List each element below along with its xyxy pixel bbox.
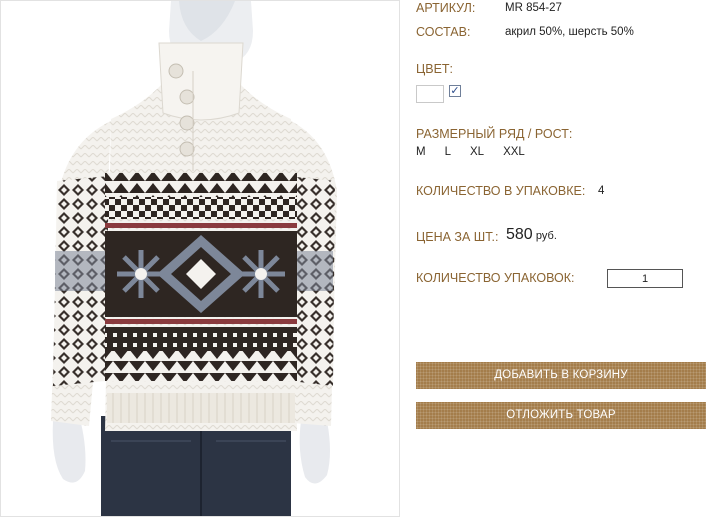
sweater-illustration — [51, 1, 337, 516]
size-item: XXL — [503, 146, 525, 158]
price-currency: руб. — [535, 230, 557, 242]
packs-count-label: КОЛИЧЕСТВО УПАКОВОК: — [416, 271, 575, 285]
product-info-panel: АРТИКУЛ: MR 854-27 СОСТАВ: акрил 50%, ше… — [416, 0, 708, 519]
size-list: M L XL XXL — [416, 146, 544, 158]
article-value: MR 854-27 — [505, 2, 562, 14]
add-to-cart-button[interactable]: ДОБАВИТЬ В КОРЗИНУ — [416, 362, 706, 389]
price-label: ЦЕНА ЗА ШТ.: — [416, 230, 499, 244]
color-label: ЦВЕТ: — [416, 62, 454, 76]
article-label: АРТИКУЛ: — [416, 1, 476, 15]
product-photo[interactable] — [0, 0, 400, 517]
composition-value: акрил 50%, шерсть 50% — [505, 26, 634, 38]
check-icon: ✓ — [450, 85, 460, 97]
pack-quantity-value: 4 — [598, 185, 605, 197]
size-item: M — [416, 146, 426, 158]
save-for-later-button[interactable]: ОТЛОЖИТЬ ТОВАР — [416, 402, 706, 429]
color-checkbox[interactable]: ✓ — [449, 85, 461, 97]
size-item: L — [444, 146, 451, 158]
size-label: РАЗМЕРНЫЙ РЯД / РОСТ: — [416, 127, 573, 141]
color-swatch-white[interactable] — [416, 85, 444, 103]
pack-quantity-label: КОЛИЧЕСТВО В УПАКОВКЕ: — [416, 184, 586, 198]
price: 580 руб. — [506, 226, 557, 244]
composition-label: СОСТАВ: — [416, 25, 471, 39]
price-value: 580 — [506, 226, 533, 243]
packs-count-input[interactable] — [607, 269, 683, 288]
size-item: XL — [470, 146, 485, 158]
